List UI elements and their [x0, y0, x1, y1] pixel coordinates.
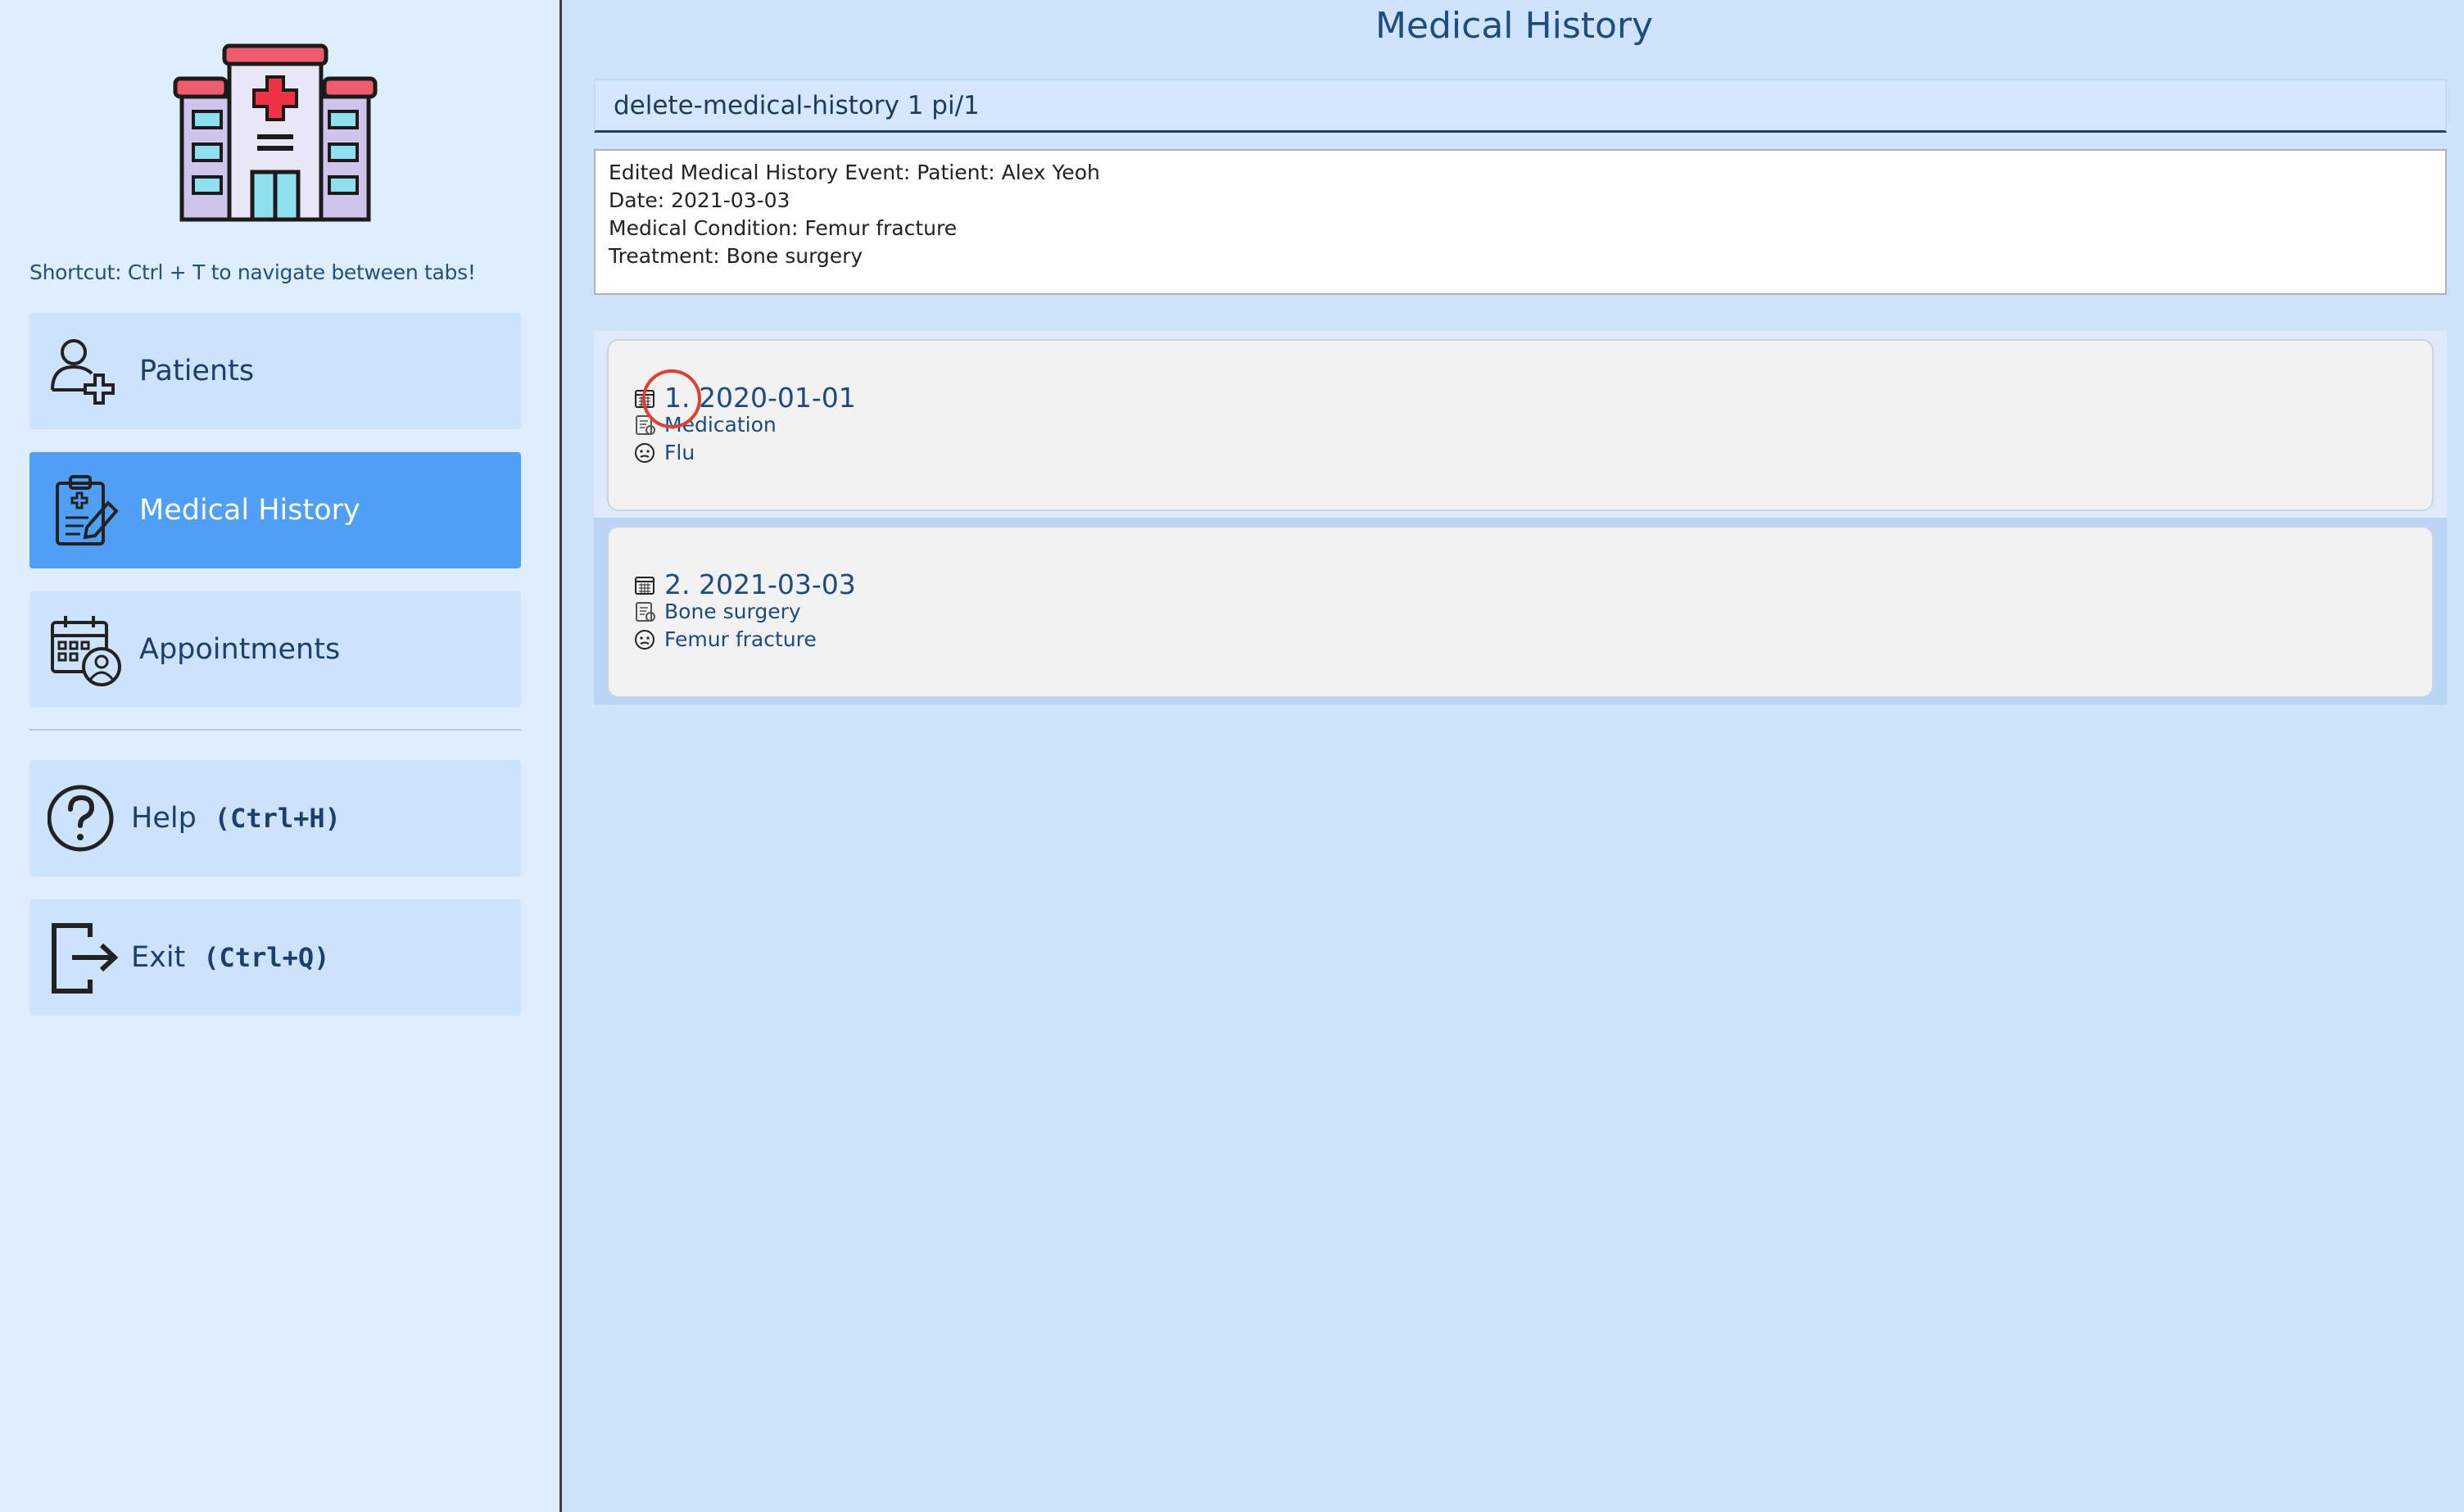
sick-face-icon	[635, 442, 654, 463]
help-label: Help (Ctrl+H)	[131, 760, 341, 876]
result-line: Edited Medical History Event: Patient: A…	[609, 161, 1100, 184]
exit-shortcut: (Ctrl+Q)	[203, 942, 330, 973]
calendar-icon	[635, 576, 654, 595]
sidebar-item-label: Appointments	[139, 633, 341, 666]
question-circle-icon	[48, 785, 114, 852]
sidebar: Shortcut: Ctrl + T to navigate between t…	[0, 0, 562, 1512]
page-title: Medical History	[1375, 5, 1654, 47]
result-line: Treatment: Bone surgery	[609, 244, 863, 268]
help-button[interactable]: Help (Ctrl+H)	[29, 760, 521, 876]
sidebar-item-medical-history[interactable]: Medical History	[29, 452, 521, 568]
exit-icon	[52, 923, 119, 994]
help-shortcut: (Ctrl+H)	[214, 803, 341, 834]
main-panel: Medical History delete-medical-history 1…	[564, 0, 2464, 1512]
sidebar-divider	[29, 729, 521, 731]
result-display: Edited Medical History Event: Patient: A…	[594, 149, 2447, 295]
calendar-doctor-icon	[51, 616, 121, 686]
record-condition: Femur fracture	[664, 627, 817, 651]
command-input[interactable]: delete-medical-history 1 pi/1	[594, 79, 2447, 133]
record-treatment: Bone surgery	[664, 600, 801, 623]
record-condition: Flu	[664, 441, 695, 464]
sidebar-item-patients[interactable]: Patients	[29, 313, 521, 429]
hospital-logo-icon	[173, 43, 378, 222]
prescription-icon	[636, 601, 655, 622]
result-line: Date: 2021-03-03	[609, 188, 790, 212]
result-line: Medical Condition: Femur fracture	[609, 216, 958, 240]
shortcut-hint: Shortcut: Ctrl + T to navigate between t…	[29, 260, 476, 284]
add-user-icon	[51, 339, 115, 405]
exit-text: Exit	[131, 941, 186, 974]
clipboard-icon	[56, 475, 119, 545]
medical-history-card[interactable]: 1. 2020-01-01 Medication Flu	[607, 339, 2434, 511]
list-item[interactable]: 1. 2020-01-01 Medication Flu	[594, 331, 2447, 518]
list-item[interactable]: 2. 2021-03-03 Bone surgery Femur fractur…	[594, 518, 2447, 704]
record-title: 2. 2021-03-03	[664, 568, 856, 600]
exit-label: Exit (Ctrl+Q)	[131, 899, 329, 1016]
sidebar-item-label: Medical History	[139, 494, 360, 527]
exit-button[interactable]: Exit (Ctrl+Q)	[29, 899, 521, 1016]
medical-history-card[interactable]: 2. 2021-03-03 Bone surgery Femur fractur…	[607, 526, 2434, 698]
click-indicator	[642, 369, 701, 428]
sick-face-icon	[635, 629, 654, 650]
medical-history-list[interactable]: 1. 2020-01-01 Medication Flu 2. 2021-03-…	[594, 331, 2447, 704]
help-text: Help	[131, 802, 197, 835]
sidebar-item-label: Patients	[139, 355, 255, 387]
sidebar-item-appointments[interactable]: Appointments	[29, 591, 521, 708]
